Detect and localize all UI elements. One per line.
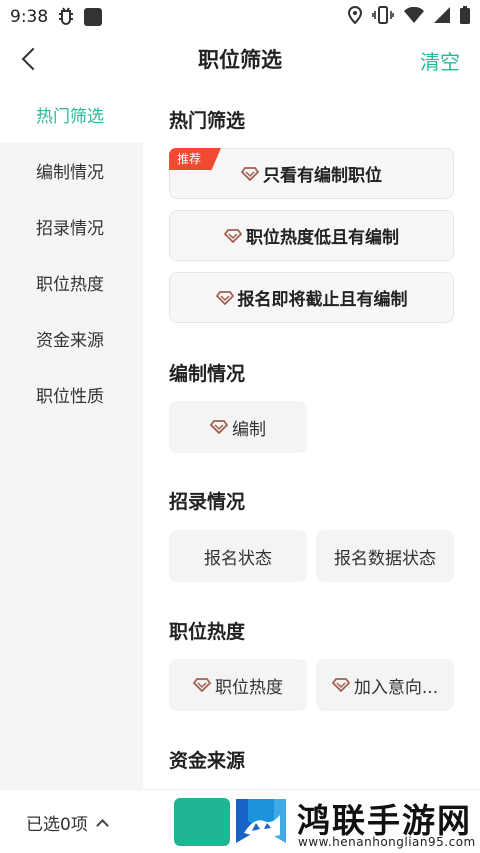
chip-label: 只看有编制职位: [263, 166, 382, 186]
sidebar-item-redu[interactable]: 职位热度: [0, 254, 143, 310]
chip-join-intent[interactable]: 加入意向...: [316, 659, 454, 711]
selected-count-toggle[interactable]: 已选0项: [26, 810, 109, 835]
status-right: [347, 5, 470, 29]
sidebar-item-bianzhi[interactable]: 编制情况: [0, 142, 143, 198]
signal-icon: [434, 6, 450, 28]
chip-label: 编制: [232, 419, 266, 440]
section-title-hot: 热门筛选: [169, 110, 246, 132]
chevron-up-icon: [95, 818, 109, 832]
chip-bianzhi[interactable]: 编制: [169, 401, 307, 453]
chip-deadline-bianzhi[interactable]: 报名即将截止且有编制: [169, 272, 454, 323]
header: 职位筛选 清空: [0, 34, 480, 84]
diamond-icon: [193, 678, 211, 692]
status-bar: 9:38: [0, 0, 480, 34]
chip-label: 职位热度低且有编制: [246, 228, 399, 248]
chip-job-heat[interactable]: 职位热度: [169, 659, 307, 711]
diamond-icon: [210, 420, 228, 434]
location-icon: [347, 5, 363, 29]
status-time: 9:38: [10, 7, 49, 27]
diamond-icon: [241, 166, 259, 181]
status-left: 9:38: [10, 5, 103, 30]
chip-label: 报名即将截止且有编制: [237, 290, 408, 310]
diamond-icon: [224, 228, 242, 243]
sidebar-item-xingzhi[interactable]: 职位性质: [0, 366, 143, 422]
sidebar-item-zhaolu[interactable]: 招录情况: [0, 198, 143, 254]
section-title-redu: 职位热度: [169, 621, 246, 643]
diamond-icon: [215, 290, 234, 305]
sidebar: 热门筛选 编制情况 招录情况 职位热度 资金来源 职位性质: [0, 86, 143, 789]
chip-low-heat-bianzhi[interactable]: 职位热度低且有编制: [169, 210, 454, 261]
section-title-bianzhi: 编制情况: [169, 363, 246, 385]
page-title: 职位筛选: [198, 48, 282, 72]
chip-label: 加入意向...: [353, 677, 439, 698]
diamond-icon: [331, 678, 350, 692]
confirm-button[interactable]: [174, 798, 230, 846]
chip-signup-data-status[interactable]: 报名数据状态: [316, 530, 454, 582]
chip-signup-status[interactable]: 报名状态: [169, 530, 307, 582]
sidebar-item-hot[interactable]: 热门筛选: [0, 86, 143, 142]
wifi-icon: [404, 6, 424, 28]
clear-button[interactable]: 清空: [420, 46, 460, 75]
selected-count-label: 已选0项: [26, 815, 88, 835]
vibrate-icon: [372, 5, 394, 29]
watermark-url: www.henanhonglian95.com: [298, 835, 476, 849]
section-title-zijin: 资金来源: [169, 750, 246, 772]
filter-panel: 热门筛选 只看有编制职位 推荐 职位热度低且有编制 报名即将截止且有编制 编制情…: [143, 86, 480, 789]
battery-icon: [460, 5, 470, 29]
app-square-icon: [84, 8, 103, 26]
watermark-logo: [236, 799, 286, 843]
bug-icon: [56, 5, 76, 30]
sidebar-item-zijin[interactable]: 资金来源: [0, 310, 143, 366]
chip-label: 职位热度: [215, 677, 283, 698]
section-title-zhaolu: 招录情况: [169, 491, 246, 513]
back-chevron-icon[interactable]: [18, 46, 44, 72]
